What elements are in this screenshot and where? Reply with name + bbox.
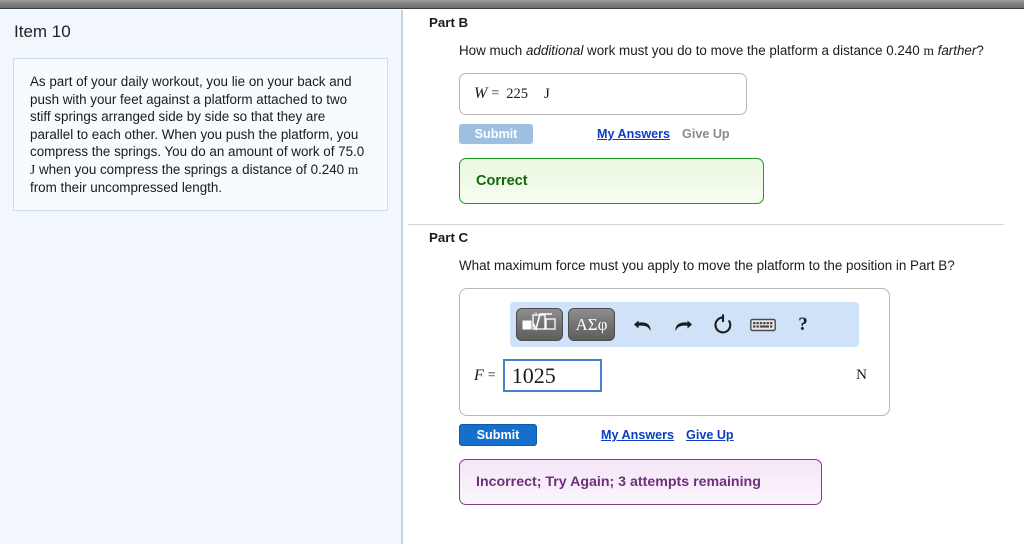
help-icon[interactable]: ? xyxy=(786,308,820,341)
part-b-give-up-link: Give Up xyxy=(682,127,730,141)
page-body: Item 10 As part of your daily workout, y… xyxy=(0,10,1024,544)
part-c-answer-input[interactable]: 1025 xyxy=(502,359,602,392)
part-c-answer-unit: N xyxy=(856,367,867,383)
part-c-feedback-incorrect: Incorrect; Try Again; 3 attempts remaini… xyxy=(459,459,822,505)
part-b-answer-value: 225 xyxy=(506,85,528,102)
math-template-icon: 0 xyxy=(522,311,558,338)
math-template-button[interactable]: 0 xyxy=(516,308,563,341)
part-b-feedback-text: Correct xyxy=(476,173,528,189)
item-unit-meter: m xyxy=(347,161,359,177)
part-b-equals-sign: = xyxy=(491,86,500,101)
item-description-box: As part of your daily workout, you lie o… xyxy=(13,58,388,212)
part-c-my-answers-link[interactable]: My Answers xyxy=(601,428,674,442)
part-b-feedback-correct: Correct xyxy=(459,158,764,204)
part-b-emphasis-farther: farther xyxy=(933,43,977,58)
item-text-prefix: As part of your daily workout, you lie o… xyxy=(30,74,365,160)
part-b-answer-box[interactable]: W = 225 J xyxy=(459,73,747,115)
part-c-answer-box[interactable]: 0 ΑΣφ ? F = 1025 N xyxy=(459,288,890,416)
part-b-question-prefix: How much xyxy=(459,43,526,58)
keyboard-icon[interactable] xyxy=(746,308,780,341)
part-c-question: What maximum force must you apply to mov… xyxy=(459,258,955,273)
part-c-feedback-text: Incorrect; Try Again; 3 attempts remaini… xyxy=(476,474,761,490)
part-b-question-mid: work must you do to move the platform a … xyxy=(583,43,924,58)
part-c-input-row: F = 1025 N xyxy=(474,359,877,392)
item-description-text: As part of your daily workout, you lie o… xyxy=(30,73,371,196)
part-b-emphasis-additional: additional xyxy=(525,43,584,58)
item-title: Item 10 xyxy=(14,22,71,41)
part-c-heading: Part C xyxy=(429,230,469,245)
undo-icon[interactable] xyxy=(626,308,660,341)
part-b-variable-label: W xyxy=(474,85,488,102)
answer-content-area: Part B How much additional work must you… xyxy=(405,10,1024,544)
item-text-mid: when you compress the springs a distance… xyxy=(35,161,348,177)
part-c-variable-label: F xyxy=(474,366,484,384)
part-b-answer-unit: J xyxy=(543,85,550,102)
redo-icon[interactable] xyxy=(666,308,700,341)
part-c-section: Part C What maximum force must you apply… xyxy=(405,230,1024,505)
part-b-heading: Part B xyxy=(429,15,469,30)
part-b-my-answers-link[interactable]: My Answers xyxy=(597,127,670,141)
greek-letters-button[interactable]: ΑΣφ xyxy=(568,308,615,341)
part-b-section: Part B How much additional work must you… xyxy=(405,15,1024,204)
browser-chrome-bar xyxy=(0,0,1024,9)
section-divider xyxy=(408,224,1004,225)
item-sidebar: Item 10 As part of your daily workout, y… xyxy=(0,10,403,544)
part-b-question-suffix: ? xyxy=(976,43,984,58)
part-b-action-row: Submit My Answers Give Up xyxy=(459,124,1024,144)
part-b-question: How much additional work must you do to … xyxy=(459,42,1024,59)
math-editor-toolbar: 0 ΑΣφ ? xyxy=(510,302,859,347)
part-c-action-row: Submit My Answers Give Up xyxy=(459,424,1024,446)
part-c-submit-button[interactable]: Submit xyxy=(459,424,537,446)
part-c-give-up-link[interactable]: Give Up xyxy=(686,428,734,442)
part-b-submit-button: Submit xyxy=(459,124,533,144)
reset-icon[interactable] xyxy=(706,308,740,341)
item-text-suffix: from their uncompressed length. xyxy=(30,179,223,195)
part-b-unit-meter: m xyxy=(923,43,934,58)
part-c-equals-sign: = xyxy=(487,367,496,383)
